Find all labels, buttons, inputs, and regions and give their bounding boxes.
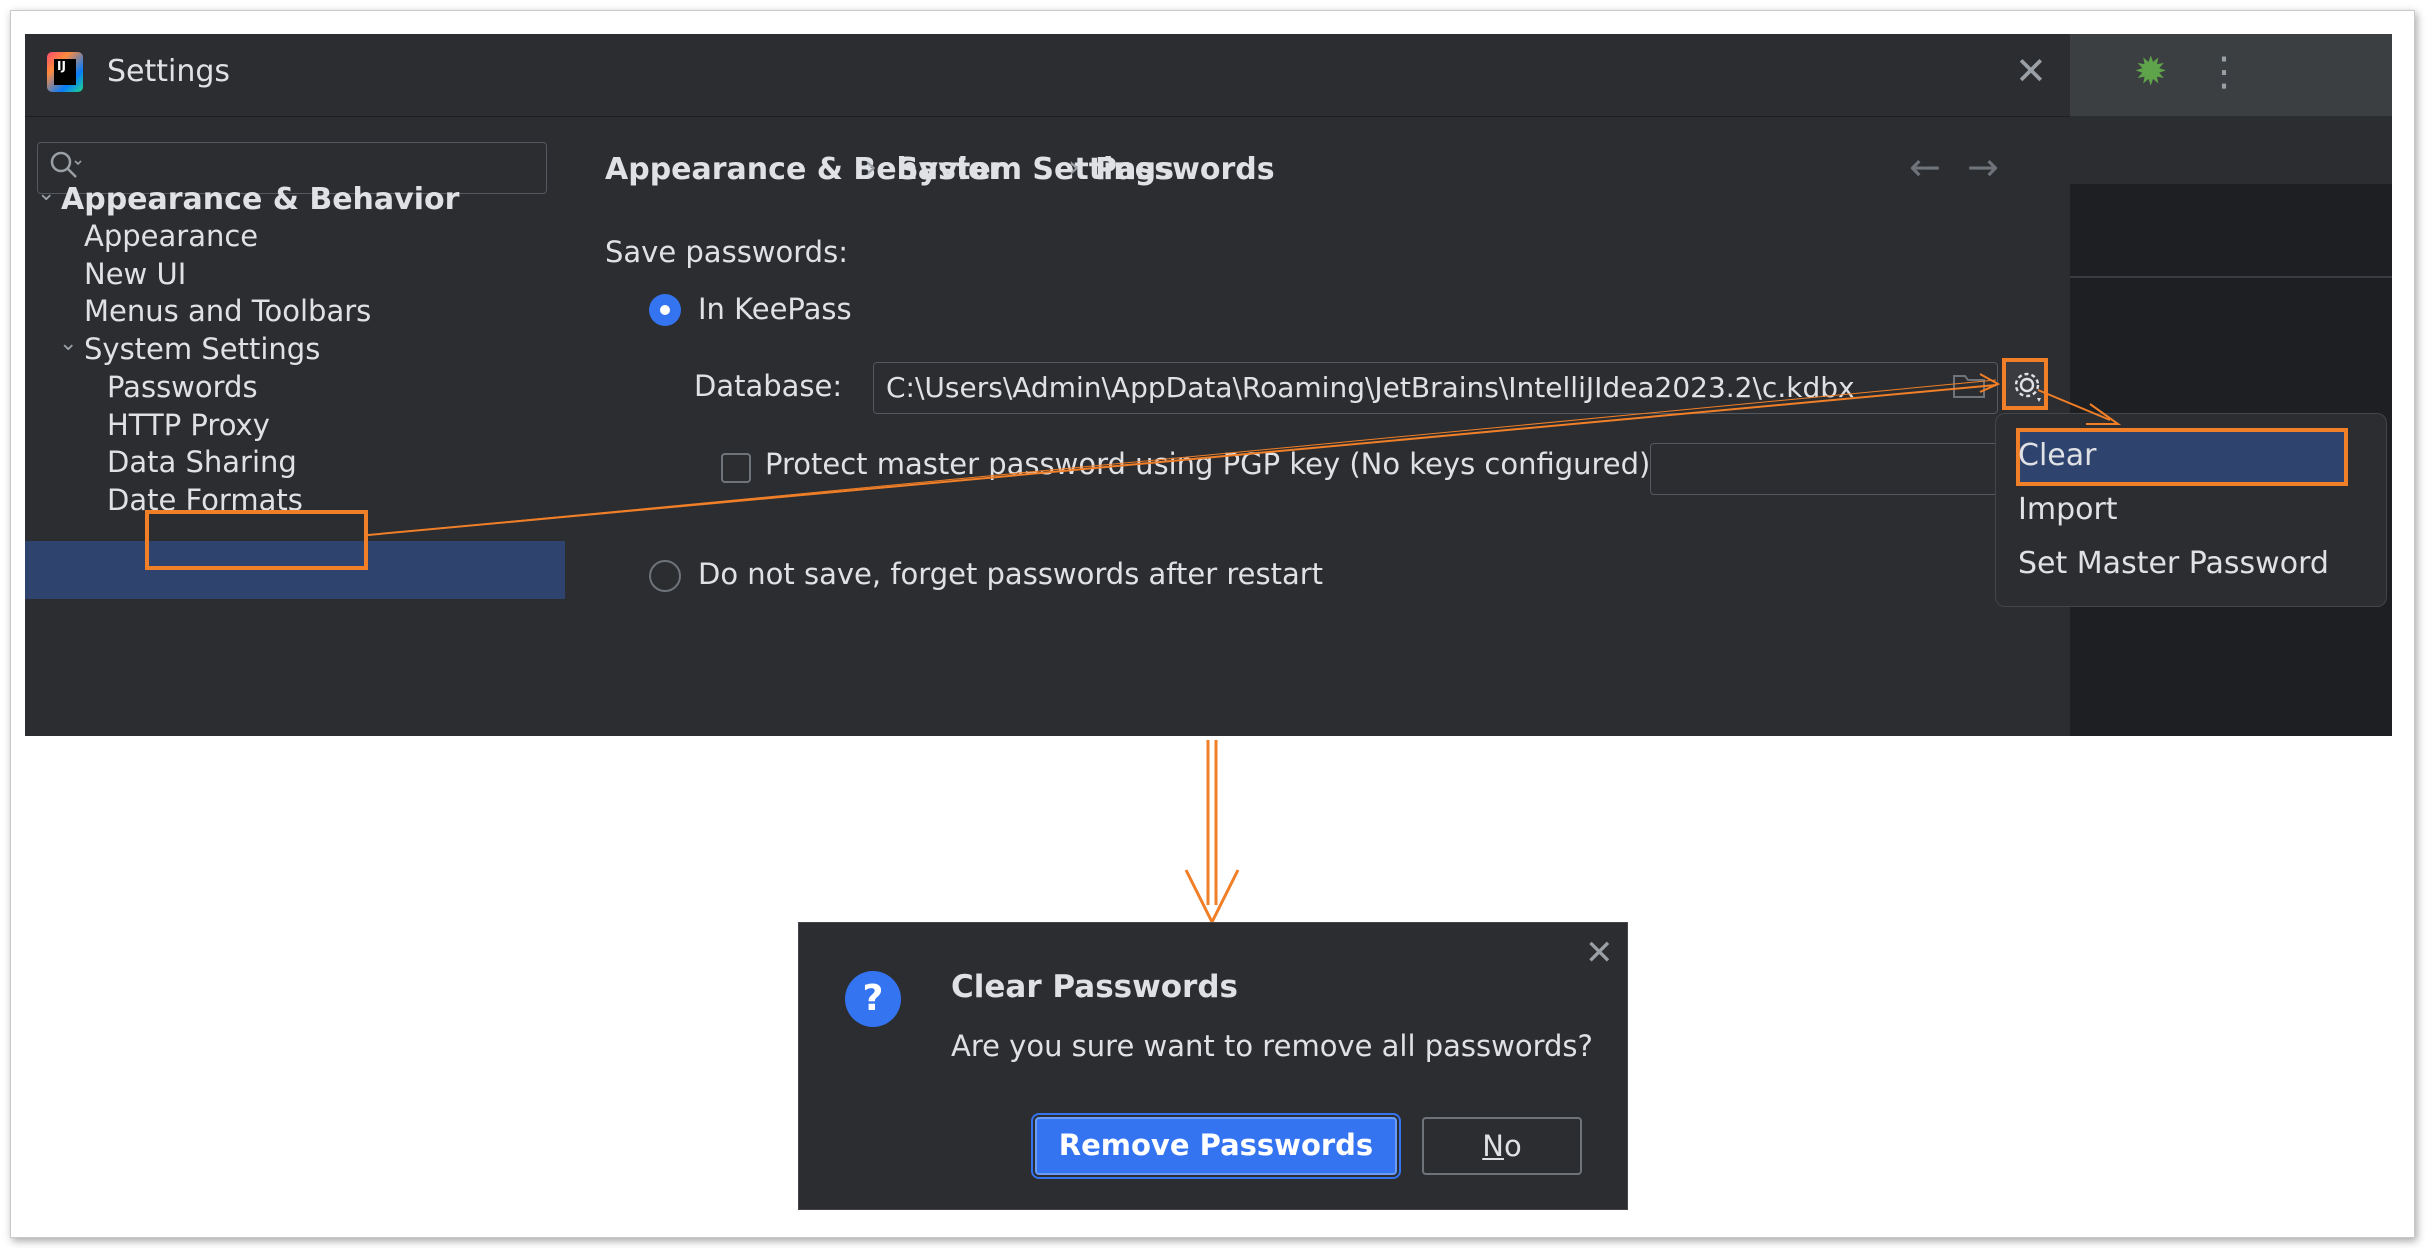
question-icon: ? [845, 971, 901, 1027]
no-button[interactable]: No [1422, 1117, 1582, 1175]
remove-passwords-button[interactable]: Remove Passwords [1035, 1117, 1397, 1175]
clear-passwords-dialog: ✕ ? Clear Passwords Are you sure want to… [798, 922, 1628, 1210]
no-button-mnemonic: N [1482, 1129, 1504, 1163]
no-button-label: o [1503, 1129, 1522, 1163]
dialog-title: Clear Passwords [951, 969, 1238, 1005]
dialog-message: Are you sure want to remove all password… [951, 1029, 1593, 1063]
close-icon[interactable]: ✕ [1585, 933, 1614, 973]
